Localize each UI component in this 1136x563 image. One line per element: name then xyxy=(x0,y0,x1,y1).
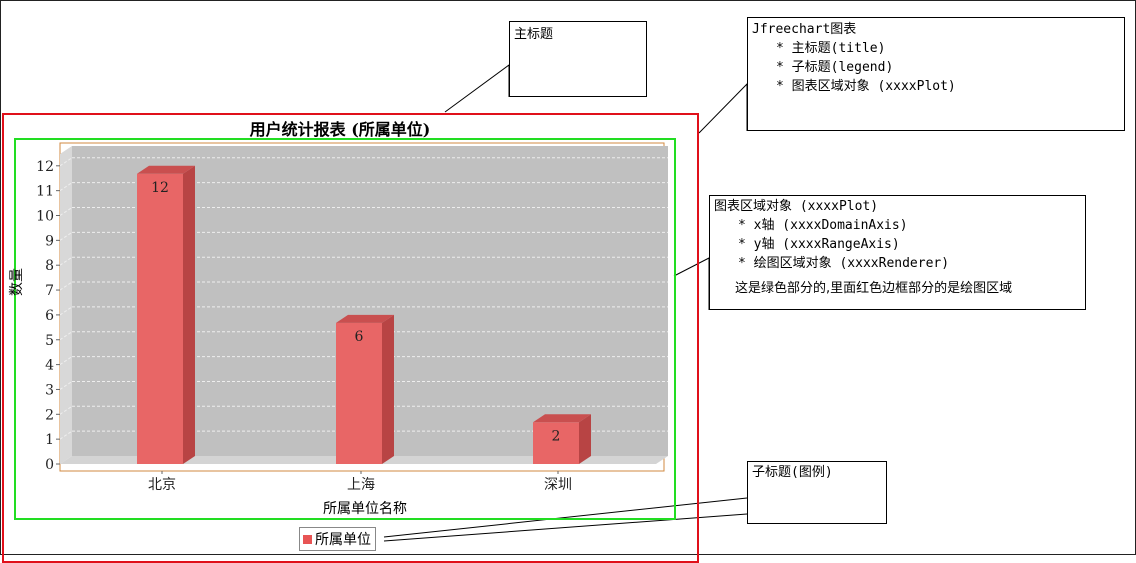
y-tick-label: 8 xyxy=(45,258,54,274)
bar-value-label: 12 xyxy=(151,180,169,196)
y-tick-label: 1 xyxy=(45,432,54,448)
y-tick-label: 6 xyxy=(45,308,54,324)
legend: 所属单位 xyxy=(299,527,376,551)
x-axis-label: 所属单位名称 xyxy=(323,501,407,517)
x-tick-label: 深圳 xyxy=(544,477,572,493)
legend-label: 所属单位 xyxy=(315,532,371,548)
y-tick-label: 9 xyxy=(45,233,54,249)
y-tick-label: 2 xyxy=(45,407,54,423)
y-tick-label: 12 xyxy=(36,159,54,175)
legend-swatch xyxy=(303,534,312,544)
bar-chart: 012345678910111212北京6上海2深圳 xyxy=(36,142,668,493)
y-tick-label: 4 xyxy=(45,358,54,374)
bar-side xyxy=(382,314,394,464)
y-tick-label: 3 xyxy=(45,382,54,398)
y-axis-label: 数量 xyxy=(9,268,25,296)
y-tick-label: 0 xyxy=(45,457,54,473)
bar-value-label: 6 xyxy=(355,329,364,345)
y-tick-label: 7 xyxy=(45,283,54,299)
x-tick-label: 上海 xyxy=(347,477,375,493)
bar-side xyxy=(579,414,591,464)
leader-line-jfreechart xyxy=(698,82,748,134)
bar xyxy=(137,173,183,465)
x-tick-label: 北京 xyxy=(148,477,176,493)
bar-value-label: 2 xyxy=(552,428,561,444)
bar-side xyxy=(183,165,195,465)
plot-side-wall xyxy=(60,146,72,464)
y-tick-label: 10 xyxy=(36,209,54,225)
y-tick-label: 11 xyxy=(36,184,54,200)
y-tick-label: 5 xyxy=(45,333,54,349)
